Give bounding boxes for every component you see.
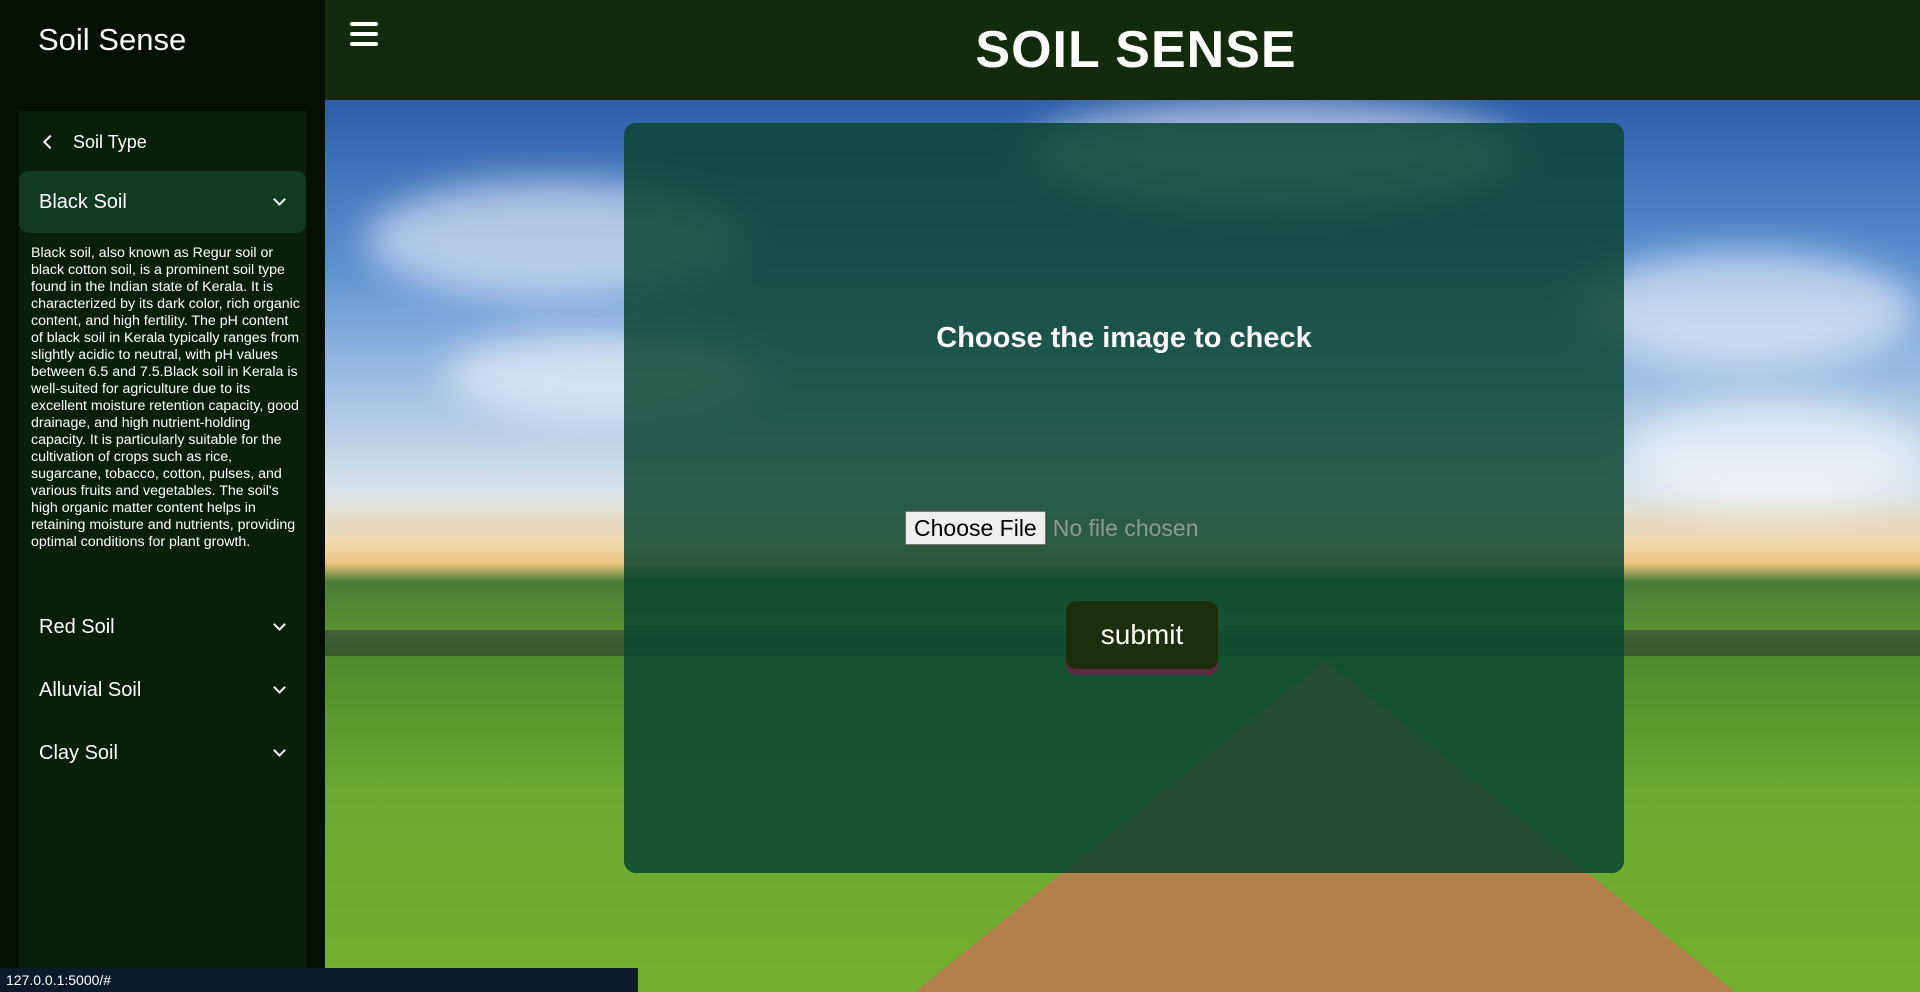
chevron-down-icon <box>273 618 286 631</box>
accordion-label: Clay Soil <box>39 741 118 764</box>
chevron-down-icon <box>273 193 286 206</box>
back-label: Soil Type <box>73 131 147 152</box>
card-heading: Choose the image to check <box>936 322 1312 354</box>
back-to-soil-type[interactable]: Soil Type <box>41 127 147 157</box>
chevron-down-icon <box>273 744 286 757</box>
accordion-alluvial-soil[interactable]: Alluvial Soil <box>19 659 306 721</box>
top-bar: SOIL SENSE <box>325 0 1920 100</box>
accordion-black-soil[interactable]: Black Soil <box>19 171 306 233</box>
accordion-label: Red Soil <box>39 615 115 638</box>
upload-card: Choose the image to check Choose File No… <box>624 123 1624 873</box>
black-soil-description: Black soil, also known as Regur soil or … <box>31 245 300 550</box>
submit-button[interactable]: submit <box>1066 601 1218 669</box>
chevron-left-icon <box>42 134 58 150</box>
browser-status-url: 127.0.0.1:5000/# <box>0 968 638 992</box>
choose-file-button[interactable]: Choose File <box>905 511 1046 545</box>
accordion-red-soil[interactable]: Red Soil <box>19 596 306 658</box>
file-input[interactable]: Choose File No file chosen <box>905 511 1198 545</box>
soil-type-panel: Soil Type Black Soil Black soil, also kn… <box>19 111 306 992</box>
chevron-down-icon <box>273 681 286 694</box>
accordion-clay-soil[interactable]: Clay Soil <box>19 722 306 784</box>
file-status: No file chosen <box>1052 514 1199 541</box>
sidebar: Soil Sense Soil Type Black Soil Black so… <box>0 0 325 992</box>
background-landscape-image: Choose the image to check Choose File No… <box>325 100 1920 992</box>
brand-title: Soil Sense <box>38 22 187 57</box>
accordion-label: Black Soil <box>39 190 127 213</box>
accordion-label: Alluvial Soil <box>39 678 142 701</box>
page-title: SOIL SENSE <box>975 21 1297 79</box>
